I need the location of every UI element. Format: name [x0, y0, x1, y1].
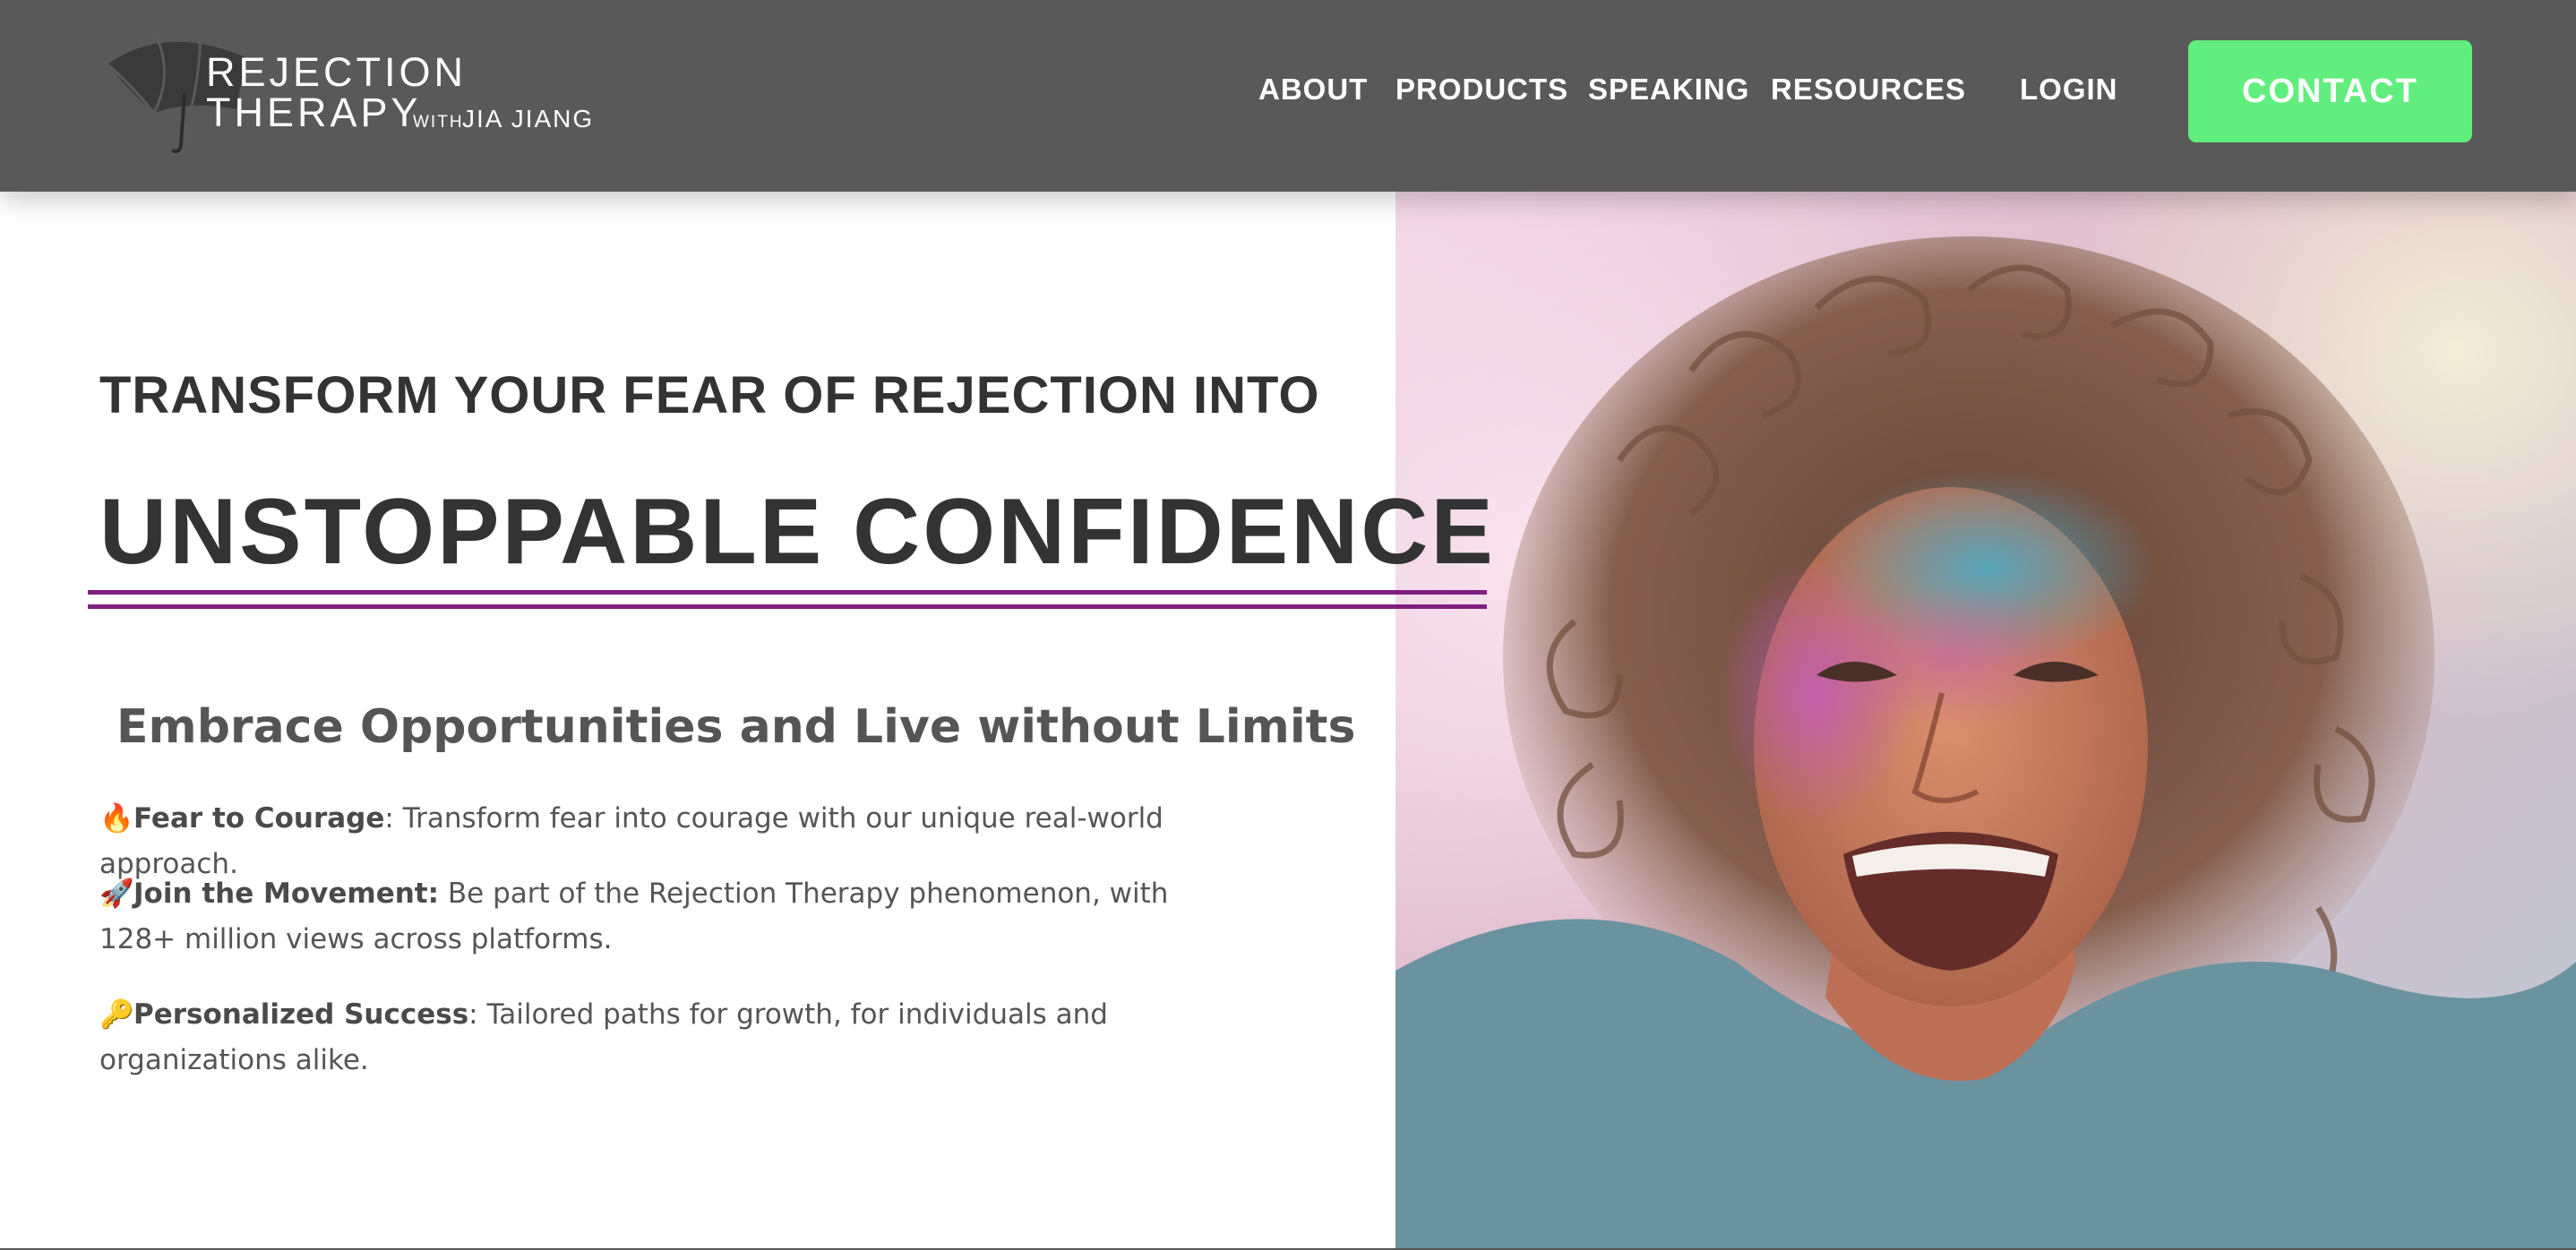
site-header: REJECTION THERAPY WITH JIA JIANG ABOUT P…	[0, 0, 2576, 192]
hero-subheading: Embrace Opportunities and Live without L…	[116, 700, 1356, 754]
bullet-title: Fear to Courage	[133, 802, 385, 835]
rocket-icon: 🚀	[99, 878, 134, 910]
bullet-join-movement: 🚀Join the Movement: Be part of the Rejec…	[99, 871, 1201, 963]
title-underline-bottom	[88, 604, 1487, 609]
nav-products[interactable]: PRODUCTS	[1395, 70, 1568, 109]
nav-speaking[interactable]: SPEAKING	[1588, 70, 1749, 109]
bullet-title: Join the Movement:	[133, 878, 440, 910]
nav-resources[interactable]: RESOURCES	[1771, 70, 1966, 109]
logo-text-with: WITH	[413, 113, 464, 132]
site-logo[interactable]: REJECTION THERAPY WITH JIA JIANG	[102, 30, 604, 156]
nav-about[interactable]: ABOUT	[1258, 70, 1368, 109]
hero-title: UNSTOPPABLE CONFIDENCE	[99, 480, 1496, 584]
logo-text-name: JIA JIANG	[462, 105, 595, 133]
fire-icon: 🔥	[99, 802, 134, 835]
key-icon: 🔑	[99, 998, 134, 1031]
bullet-title: Personalized Success	[133, 998, 469, 1031]
nav-login[interactable]: LOGIN	[2020, 70, 2118, 109]
logo-text-line2: THERAPY	[206, 90, 422, 135]
logo-text-line1: REJECTION	[206, 49, 468, 95]
hero-photo	[1395, 192, 2576, 1250]
contact-button[interactable]: CONTACT	[2188, 40, 2472, 142]
bullet-personalized-success: 🔑Personalized Success: Tailored paths fo…	[99, 992, 1201, 1083]
hero-pre-title: TRANSFORM YOUR FEAR OF REJECTION INTO	[99, 366, 1320, 424]
title-underline-top	[88, 590, 1487, 595]
